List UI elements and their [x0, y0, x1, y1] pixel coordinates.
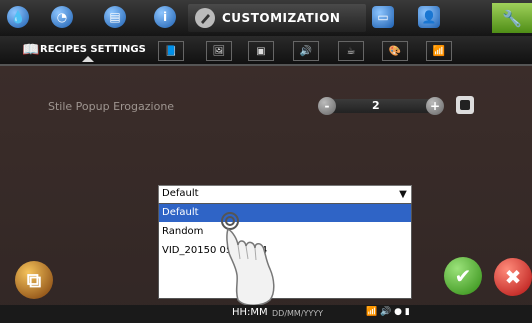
stepper-value: 2 — [372, 99, 380, 112]
water-drop-icon[interactable]: 💧 — [7, 6, 29, 28]
image-icon[interactable]: 🖼 — [206, 41, 232, 61]
setting-label: Stile Popup Erogazione — [48, 100, 175, 113]
camera-icon[interactable] — [456, 96, 474, 114]
clock-text: HH:MM — [232, 307, 268, 318]
hand-pointer-icon — [210, 205, 290, 310]
recipe-book-icon[interactable]: 📘 — [158, 41, 184, 61]
palette-icon[interactable]: 🎨 — [382, 41, 408, 61]
tab-customization[interactable]: CUSTOMIZATION — [188, 4, 366, 32]
value-stepper — [320, 99, 442, 113]
top-bar: 💧 ◔ ▤ i CUSTOMIZATION ▭ 👤 🔧 — [0, 0, 532, 36]
check-icon: ✔ — [454, 264, 472, 288]
status-icons: 📶 🔊 ● ▮ — [366, 307, 410, 317]
tab-recipes-settings-label[interactable]: RECIPES SETTINGS — [40, 44, 146, 55]
dropdown-value: Default — [162, 188, 199, 199]
speaker-icon[interactable]: 🔊 — [293, 41, 319, 61]
close-icon: ✖ — [504, 265, 522, 289]
increment-button[interactable]: + — [426, 97, 444, 115]
user-icon[interactable]: 👤 — [418, 6, 440, 28]
wifi-icon[interactable]: 📶 — [426, 41, 452, 61]
active-indicator — [82, 56, 94, 62]
book-icon: 📖 — [22, 42, 40, 58]
cancel-button[interactable]: ✖ — [494, 258, 532, 296]
brush-icon — [194, 7, 216, 29]
date-text: DD/MM/YYYY — [272, 309, 324, 318]
screen-icon[interactable]: ▣ — [248, 41, 274, 61]
chevron-down-icon[interactable]: ▼ — [395, 186, 411, 203]
cup-icon[interactable]: ☕ — [338, 41, 364, 61]
wrench-icon[interactable]: 🔧 — [492, 3, 532, 33]
clock-icon[interactable]: ◔ — [51, 6, 73, 28]
confirm-button[interactable]: ✔ — [444, 257, 482, 295]
decrement-button[interactable]: - — [318, 97, 336, 115]
dropdown-select[interactable]: Default ▼ — [158, 185, 412, 204]
info-icon[interactable]: i — [154, 6, 176, 28]
copy-button[interactable]: ⧉ — [15, 261, 53, 299]
tab-customization-label: CUSTOMIZATION — [222, 11, 341, 25]
sub-nav: 📖 RECIPES SETTINGS 📘 🖼 ▣ 🔊 ☕ 🎨 📶 — [0, 36, 532, 66]
card-icon[interactable]: ▤ — [104, 6, 126, 28]
copy-icon: ⧉ — [26, 268, 42, 292]
monitor-icon[interactable]: ▭ — [372, 6, 394, 28]
